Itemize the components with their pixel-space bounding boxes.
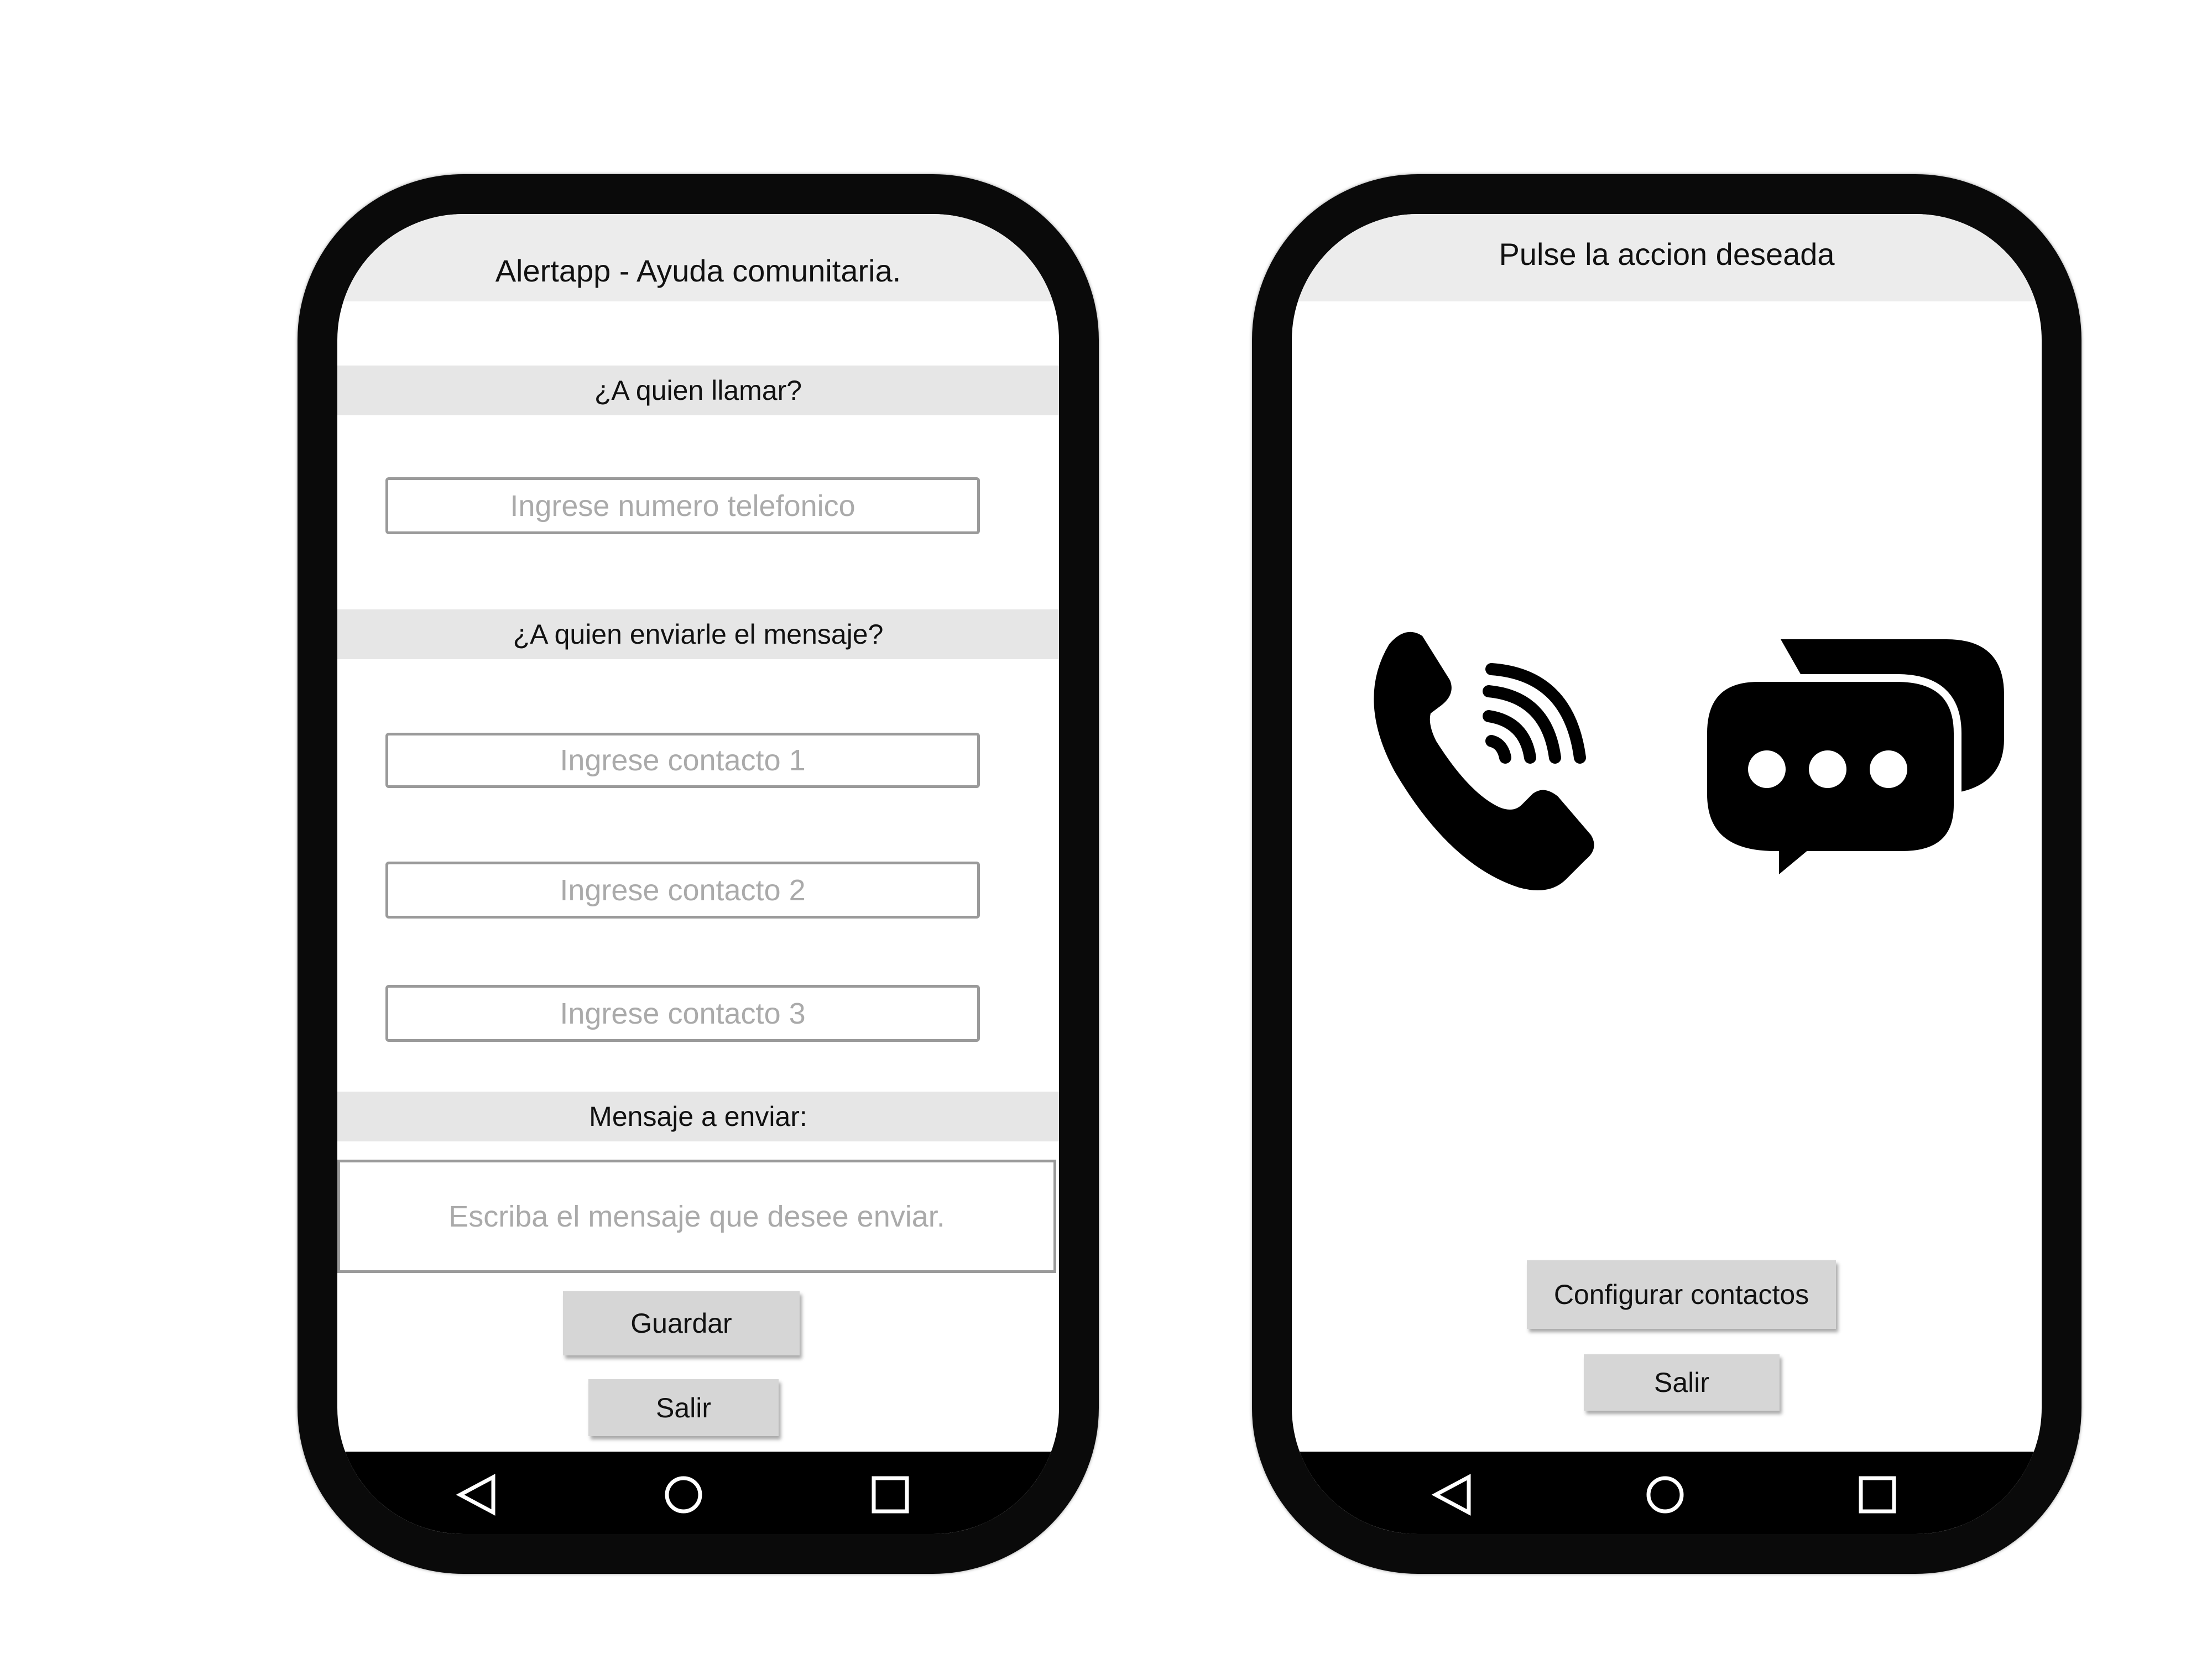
app-header: Pulse la accion deseada [1292,214,2042,301]
home-icon[interactable] [1643,1473,1687,1517]
android-nav-bar [1292,1452,2042,1534]
recent-apps-icon[interactable] [1855,1473,1900,1517]
chat-bubbles-icon[interactable] [1703,639,2004,894]
back-icon[interactable] [455,1473,499,1517]
phone-frame-config: Alertapp - Ayuda comunitaria. ¿A quien l… [298,174,1099,1574]
text-section-label: Mensaje a enviar: [337,1092,1059,1141]
phone-call-icon[interactable] [1367,628,1597,893]
contact-3-input[interactable]: Ingrese contacto 3 [385,985,980,1042]
back-icon[interactable] [1430,1473,1474,1517]
call-section-label: ¿A quien llamar? [337,366,1059,415]
app-header: Alertapp - Ayuda comunitaria. [337,214,1059,301]
message-section-label: ¿A quien enviarle el mensaje? [337,609,1059,659]
recent-apps-icon[interactable] [868,1473,912,1517]
screen-title: Pulse la accion deseada [1499,237,1835,272]
exit-button[interactable]: Salir [588,1379,779,1436]
phone-frame-actions: Pulse la accion deseada Configurar conta… [1252,174,2081,1574]
exit-button[interactable]: Salir [1584,1354,1780,1411]
message-textarea[interactable]: Escriba el mensaje que desee enviar. [337,1160,1056,1273]
android-nav-bar [337,1452,1059,1534]
phone-number-input[interactable]: Ingrese numero telefonico [385,477,980,534]
app-title: Alertapp - Ayuda comunitaria. [495,253,901,288]
contact-2-input[interactable]: Ingrese contacto 2 [385,862,980,919]
save-button[interactable]: Guardar [563,1291,800,1355]
home-icon[interactable] [661,1473,706,1517]
configure-contacts-button[interactable]: Configurar contactos [1527,1260,1836,1329]
contact-1-input[interactable]: Ingrese contacto 1 [385,733,980,788]
